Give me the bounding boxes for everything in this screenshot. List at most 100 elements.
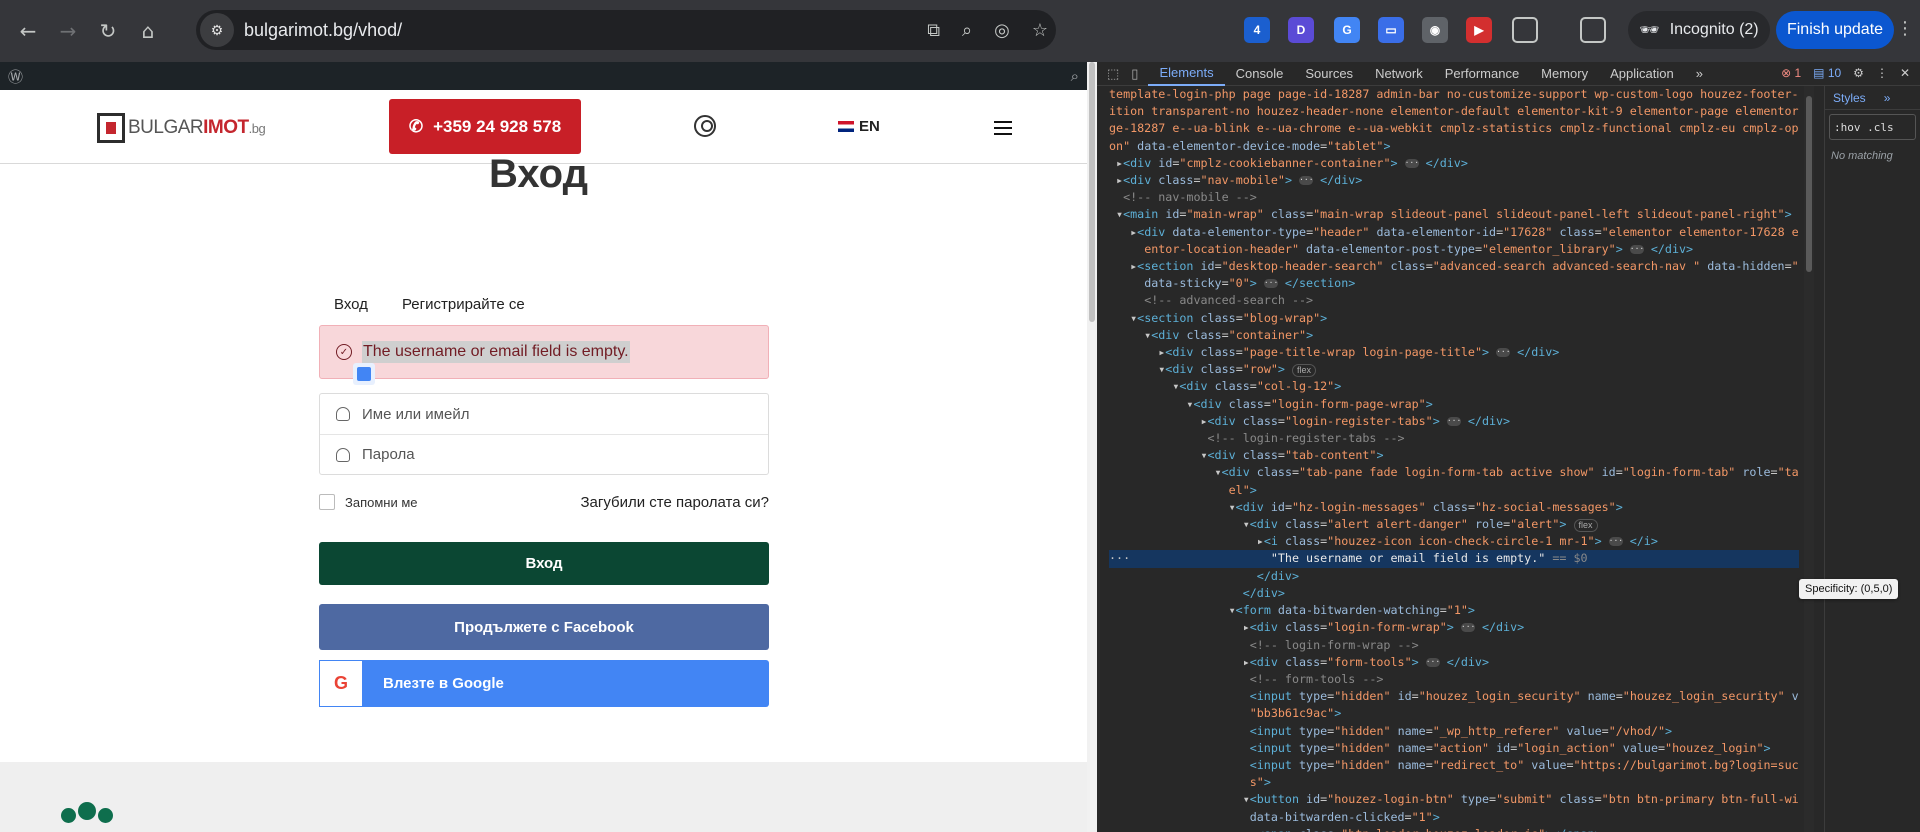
forgot-password-link[interactable]: Загубили сте паролата си? [580, 494, 769, 511]
dom-line[interactable]: <input type="hidden" name="_wp_http_refe… [1109, 723, 1799, 740]
tab-elements[interactable]: Elements [1148, 62, 1225, 86]
tab-login[interactable]: Вход [334, 296, 368, 313]
dom-line[interactable]: ition transparent-no houzez-header-none … [1109, 103, 1799, 120]
dom-line[interactable]: ▾<div class="login-form-page-wrap"> [1109, 396, 1799, 413]
tab-console[interactable]: Console [1225, 62, 1295, 86]
dom-line[interactable]: ▾<main id="main-wrap" class="main-wrap s… [1109, 206, 1799, 223]
wordpress-icon[interactable]: Ⓦ [8, 66, 23, 87]
dom-line[interactable]: <input type="hidden" id="houzez_login_se… [1109, 688, 1799, 705]
more-panes-icon[interactable]: » [1884, 91, 1891, 105]
dom-line[interactable]: <!-- login-form-wrap --> [1109, 637, 1799, 654]
dom-line[interactable]: ▸<div class="form-tools"> ··· </div> [1109, 654, 1799, 671]
incognito-indicator[interactable]: 🕶 Incognito (2) [1628, 11, 1770, 49]
admin-search-icon[interactable]: ⌕ [1071, 67, 1079, 85]
tab-application[interactable]: Application [1599, 62, 1685, 86]
extensions-puzzle-icon[interactable] [1512, 17, 1538, 43]
dom-line[interactable]: </div> [1109, 568, 1799, 585]
more-tabs-icon[interactable]: » [1685, 62, 1714, 86]
dom-line[interactable]: ge-18287 e--ua-blink e--ua-chrome e--ua-… [1109, 120, 1799, 137]
settings-gear-icon[interactable]: ⚙ [1853, 66, 1864, 80]
dom-line-selected[interactable]: ··· "The username or email field is empt… [1109, 550, 1799, 568]
tab-styles[interactable]: Styles [1833, 91, 1866, 105]
dom-line[interactable]: ▸<div id="cmplz-cookiebanner-container">… [1109, 155, 1799, 172]
extension-d-icon[interactable]: D [1288, 17, 1314, 43]
dom-line[interactable]: ▾<div class="tab-pane fade login-form-ta… [1109, 464, 1799, 481]
message-count[interactable]: ▤ 10 [1813, 66, 1841, 80]
finish-update-button[interactable]: Finish update [1776, 11, 1894, 49]
site-logo[interactable]: BULGARIMOT.bg [97, 113, 266, 143]
forward-button[interactable]: → [48, 11, 88, 51]
login-button[interactable]: Вход [319, 542, 769, 585]
extension-translate-icon[interactable]: G [1334, 17, 1360, 43]
devtools-menu-icon[interactable]: ⋮ [1876, 66, 1888, 80]
dom-line[interactable]: ▸<div class="nav-mobile"> ··· </div> [1109, 172, 1799, 189]
extension-camera-icon[interactable]: ◉ [1422, 17, 1448, 43]
hamburger-menu-icon[interactable] [994, 121, 1012, 135]
google-login-button[interactable]: G Влезте в Google [319, 660, 769, 707]
dom-line[interactable]: <input type="hidden" name="action" id="l… [1109, 740, 1799, 757]
eye-slash-icon[interactable]: ◎ [994, 20, 1010, 41]
username-field[interactable]: Име или имейл [320, 394, 768, 434]
translate-icon[interactable]: ⧉ [927, 20, 940, 41]
dom-line[interactable]: on" data-elementor-device-mode="tablet"> [1109, 138, 1799, 155]
extension-video-icon[interactable]: ▶ [1466, 17, 1492, 43]
user-account-icon[interactable] [694, 115, 716, 137]
dom-line[interactable]: ▸<div data-elementor-type="header" data-… [1109, 224, 1799, 241]
close-devtools-icon[interactable]: ✕ [1900, 66, 1910, 80]
dom-line[interactable]: ▾<form data-bitwarden-watching="1"> [1109, 602, 1799, 619]
dom-line[interactable]: el"> [1109, 482, 1799, 499]
back-button[interactable]: ← [8, 11, 48, 51]
dom-line[interactable]: ▸<section id="desktop-header-search" cla… [1109, 258, 1799, 275]
dom-line[interactable]: data-sticky="0"> ··· </section> [1109, 275, 1799, 292]
dom-line[interactable]: <!-- nav-mobile --> [1109, 189, 1799, 206]
dom-line[interactable]: <span class="btn-loader houzez-loader-js… [1109, 826, 1799, 832]
address-bar[interactable]: ⚙ bulgarimot.bg/vhod/ ⧉ ⌕ ◎ ☆ [196, 10, 1056, 50]
tab-memory[interactable]: Memory [1530, 62, 1599, 86]
dom-line[interactable]: </div> [1109, 585, 1799, 602]
site-info-icon[interactable]: ⚙ [200, 13, 234, 47]
dom-line[interactable]: s"> [1109, 774, 1799, 791]
extension-bitwarden-icon[interactable]: 4 [1244, 17, 1270, 43]
device-toolbar-icon[interactable]: ▯ [1131, 66, 1138, 82]
remember-checkbox[interactable] [319, 494, 335, 510]
remember-me[interactable]: Запомни ме [319, 494, 418, 510]
phone-button[interactable]: ✆ +359 24 928 578 [389, 99, 581, 154]
dom-line[interactable]: ▸<div class="login-form-wrap"> ··· </div… [1109, 619, 1799, 636]
dom-line[interactable]: "bb3b61c9ac"> [1109, 705, 1799, 722]
dom-tree[interactable]: template-login-php page page-id-18287 ad… [1109, 86, 1799, 832]
tab-register[interactable]: Регистрирайте се [402, 296, 525, 313]
dom-tree-scrollbar[interactable] [1804, 86, 1814, 832]
dom-line[interactable]: <input type="hidden" name="redirect_to" … [1109, 757, 1799, 774]
dom-line[interactable]: ▾<div class="container"> [1109, 327, 1799, 344]
url-text[interactable]: bulgarimot.bg/vhod/ [244, 20, 402, 41]
dom-line[interactable]: data-bitwarden-clicked="1"> [1109, 809, 1799, 826]
dom-line[interactable]: ▾<div id="hz-login-messages" class="hz-s… [1109, 499, 1799, 516]
dom-line[interactable]: <!-- form-tools --> [1109, 671, 1799, 688]
side-panel-icon[interactable] [1580, 17, 1606, 43]
tab-performance[interactable]: Performance [1434, 62, 1530, 86]
dom-line[interactable]: ▸<div class="login-register-tabs"> ··· <… [1109, 413, 1799, 430]
dom-line[interactable]: entor-location-header" data-elementor-po… [1109, 241, 1799, 258]
tab-sources[interactable]: Sources [1294, 62, 1364, 86]
dom-line[interactable]: ▾<div class="row"> flex [1109, 361, 1799, 378]
error-count[interactable]: ⊗ 1 [1781, 66, 1801, 80]
dom-line[interactable]: ▾<div class="col-lg-12"> [1109, 378, 1799, 395]
dom-line[interactable]: <!-- advanced-search --> [1109, 292, 1799, 309]
dom-line[interactable]: ▾<section class="blog-wrap"> [1109, 310, 1799, 327]
zoom-icon[interactable]: ⌕ [962, 20, 972, 41]
language-switcher[interactable]: EN [838, 118, 880, 135]
facebook-login-button[interactable]: Продължете с Facebook [319, 604, 769, 650]
extension-screen-icon[interactable]: ▭ [1378, 17, 1404, 43]
bookmark-star-icon[interactable]: ☆ [1032, 20, 1048, 41]
home-button[interactable]: ⌂ [128, 11, 168, 51]
page-scrollbar[interactable] [1087, 62, 1097, 832]
inspect-element-icon[interactable]: ⬚ [1107, 66, 1119, 82]
styles-filter-input[interactable]: :hov .cls [1829, 114, 1916, 140]
google-translate-popup-icon[interactable] [353, 363, 375, 385]
dom-line[interactable]: template-login-php page page-id-18287 ad… [1109, 86, 1799, 103]
dom-line[interactable]: ▸<div class="page-title-wrap login-page-… [1109, 344, 1799, 361]
dom-line[interactable]: ▾<div class="tab-content"> [1109, 447, 1799, 464]
dom-line[interactable]: ▾<button id="houzez-login-btn" type="sub… [1109, 791, 1799, 808]
browser-menu-icon[interactable]: ⋮ [1896, 18, 1914, 39]
dom-line[interactable]: ▸<i class="houzez-icon icon-check-circle… [1109, 533, 1799, 550]
